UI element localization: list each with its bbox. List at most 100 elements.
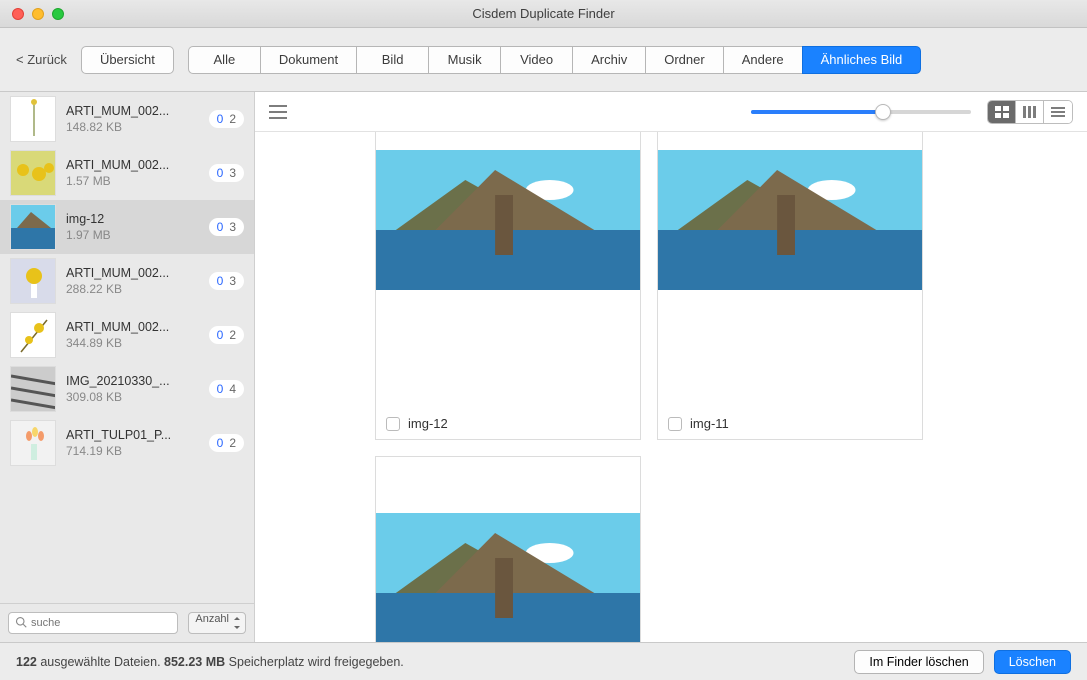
list-icon: [1051, 106, 1065, 118]
thumbnail-label: img-11: [690, 416, 729, 431]
thumbnail-image: [658, 132, 922, 348]
view-toggle: [987, 100, 1073, 124]
content-toolbar: [255, 92, 1087, 132]
tab-aehnliches-bild[interactable]: Ähnliches Bild: [802, 46, 922, 74]
window-title: Cisdem Duplicate Finder: [0, 6, 1087, 21]
file-name: ARTI_MUM_002...: [66, 158, 199, 172]
file-size: 714.19 KB: [66, 444, 199, 458]
tab-andere[interactable]: Andere: [723, 46, 802, 74]
file-name: ARTI_MUM_002...: [66, 320, 199, 334]
list-thumbnail: [10, 366, 56, 412]
list-item[interactable]: IMG_20210330_... 309.08 KB 04: [0, 362, 254, 416]
overview-button[interactable]: Übersicht: [81, 46, 174, 74]
file-size: 288.22 KB: [66, 282, 199, 296]
delete-in-finder-button[interactable]: Im Finder löschen: [854, 650, 983, 674]
delete-button[interactable]: Löschen: [994, 650, 1071, 674]
search-box[interactable]: [8, 612, 178, 634]
count-badge: 02: [209, 110, 244, 128]
grid-view-button[interactable]: [988, 101, 1016, 123]
list-text: ARTI_MUM_002... 288.22 KB: [66, 266, 199, 296]
list-text: img-12 1.97 MB: [66, 212, 199, 242]
list-item[interactable]: ARTI_MUM_002... 344.89 KB 02: [0, 308, 254, 362]
columns-icon: [1023, 106, 1037, 118]
traffic-lights: [0, 8, 64, 20]
file-name: IMG_20210330_...: [66, 374, 199, 388]
tab-dokument[interactable]: Dokument: [260, 46, 356, 74]
list-view-button[interactable]: [1044, 101, 1072, 123]
list-text: ARTI_MUM_002... 344.89 KB: [66, 320, 199, 350]
tab-musik[interactable]: Musik: [428, 46, 500, 74]
thumbnail-card[interactable]: img-12: [375, 132, 641, 440]
list-text: ARTI_TULP01_P... 714.19 KB: [66, 428, 199, 458]
file-size: 1.97 MB: [66, 228, 199, 242]
close-window-button[interactable]: [12, 8, 24, 20]
footer-text: 122 ausgewählte Dateien. 852.23 MB Speic…: [16, 655, 404, 669]
tab-alle[interactable]: Alle: [188, 46, 260, 74]
sort-label: Anzahl: [195, 613, 229, 625]
list-item[interactable]: img-12 1.97 MB 03: [0, 200, 254, 254]
main: ARTI_MUM_002...148.82 KB02ARTI_MUM_002..…: [0, 92, 1087, 642]
file-size: 148.82 KB: [66, 120, 199, 134]
sidebar-bottom: Anzahl: [0, 603, 254, 642]
file-name: img-12: [66, 212, 199, 226]
search-input[interactable]: [31, 617, 171, 629]
sidebar: ARTI_MUM_002...148.82 KB02ARTI_MUM_002..…: [0, 92, 255, 642]
footer: 122 ausgewählte Dateien. 852.23 MB Speic…: [0, 642, 1087, 680]
thumbnail-image: [376, 132, 640, 348]
thumbnail-caption: img-11: [658, 408, 922, 439]
list-item[interactable]: ARTI_MUM_002... 148.82 KB 02: [0, 92, 254, 146]
tab-bild[interactable]: Bild: [356, 46, 428, 74]
category-tabs: Alle Dokument Bild Musik Video Archiv Or…: [188, 46, 921, 74]
list-thumbnail: [10, 420, 56, 466]
select-checkbox[interactable]: [668, 417, 682, 431]
list-text: ARTI_MUM_002... 1.57 MB: [66, 158, 199, 188]
toolbar: < Zurück Übersicht Alle Dokument Bild Mu…: [0, 28, 1087, 92]
back-button[interactable]: < Zurück: [16, 52, 67, 67]
list-item[interactable]: ARTI_MUM_002... 288.22 KB 03: [0, 254, 254, 308]
file-size: 1.57 MB: [66, 174, 199, 188]
list-thumbnail: [10, 258, 56, 304]
grid-icon: [995, 106, 1009, 118]
count-badge: 03: [209, 164, 244, 182]
count-badge: 03: [209, 272, 244, 290]
thumbnail-caption: img-12: [376, 408, 640, 439]
thumbnail-card[interactable]: [375, 456, 641, 642]
list-text: ARTI_MUM_002... 148.82 KB: [66, 104, 199, 134]
list-thumbnail: [10, 312, 56, 358]
list-text: IMG_20210330_... 309.08 KB: [66, 374, 199, 404]
select-checkbox[interactable]: [386, 417, 400, 431]
thumbnail-card[interactable]: img-11: [657, 132, 923, 440]
count-badge: 04: [209, 380, 244, 398]
file-name: ARTI_TULP01_P...: [66, 428, 199, 442]
thumbnail-grid[interactable]: img-12: [255, 132, 1087, 642]
file-list[interactable]: ARTI_MUM_002...148.82 KB02ARTI_MUM_002..…: [0, 92, 254, 603]
file-size: 344.89 KB: [66, 336, 199, 350]
file-name: ARTI_MUM_002...: [66, 104, 199, 118]
zoom-window-button[interactable]: [52, 8, 64, 20]
list-thumbnail: [10, 150, 56, 196]
file-name: ARTI_MUM_002...: [66, 266, 199, 280]
tab-archiv[interactable]: Archiv: [572, 46, 645, 74]
list-item[interactable]: ARTI_TULP01_P...714.19 KB02: [0, 416, 254, 470]
list-thumbnail: [10, 96, 56, 142]
minimize-window-button[interactable]: [32, 8, 44, 20]
thumbnail-label: img-12: [408, 416, 448, 431]
slider-thumb[interactable]: [875, 104, 891, 120]
content-pane: img-12: [255, 92, 1087, 642]
count-badge: 02: [209, 326, 244, 344]
sort-select[interactable]: Anzahl: [188, 612, 246, 634]
selected-count: 122: [16, 655, 37, 669]
list-item[interactable]: ARTI_MUM_002... 1.57 MB 03: [0, 146, 254, 200]
titlebar: Cisdem Duplicate Finder: [0, 0, 1087, 28]
search-icon: [15, 616, 27, 631]
columns-view-button[interactable]: [1016, 101, 1044, 123]
list-mode-icon[interactable]: [269, 105, 287, 119]
thumbnail-image: [376, 513, 640, 642]
count-badge: 03: [209, 218, 244, 236]
freed-size: 852.23 MB: [164, 655, 225, 669]
tab-video[interactable]: Video: [500, 46, 572, 74]
tab-ordner[interactable]: Ordner: [645, 46, 722, 74]
file-size: 309.08 KB: [66, 390, 199, 404]
thumbnail-size-slider[interactable]: [751, 110, 971, 114]
list-thumbnail: [10, 204, 56, 250]
